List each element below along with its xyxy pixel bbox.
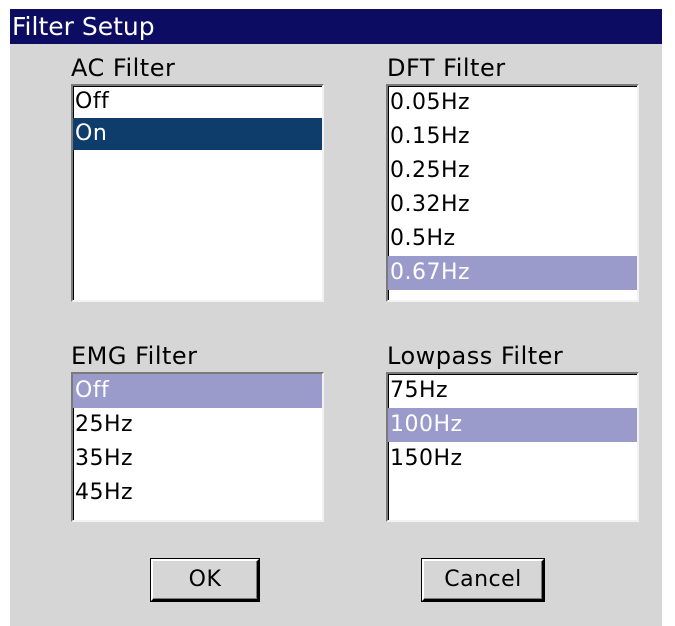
dialog-title-bar: Filter Setup — [10, 9, 662, 44]
emg-filter-option-45hz[interactable]: 45Hz — [73, 476, 322, 510]
lowpass-filter-option-75hz[interactable]: 75Hz — [388, 374, 637, 408]
filter-setup-dialog: Filter Setup AC Filter Off On DFT Filter… — [10, 9, 662, 626]
ac-filter-option-off[interactable]: Off — [73, 86, 322, 118]
dialog-title: Filter Setup — [12, 12, 155, 41]
dft-filter-option-0-5hz[interactable]: 0.5Hz — [388, 222, 637, 256]
lowpass-filter-option-150hz[interactable]: 150Hz — [388, 442, 637, 476]
dft-filter-option-0-67hz[interactable]: 0.67Hz — [388, 256, 637, 290]
ok-button[interactable]: OK — [151, 559, 259, 601]
ac-filter-label: AC Filter — [71, 54, 176, 82]
emg-filter-option-25hz[interactable]: 25Hz — [73, 408, 322, 442]
dft-filter-option-0-25hz[interactable]: 0.25Hz — [388, 154, 637, 188]
emg-filter-label: EMG Filter — [71, 342, 198, 370]
ac-filter-option-on[interactable]: On — [73, 118, 322, 150]
ac-filter-list[interactable]: Off On — [71, 84, 324, 302]
lowpass-filter-label: Lowpass Filter — [387, 342, 564, 370]
emg-filter-option-35hz[interactable]: 35Hz — [73, 442, 322, 476]
dft-filter-option-0-32hz[interactable]: 0.32Hz — [388, 188, 637, 222]
dft-filter-list[interactable]: 0.05Hz 0.15Hz 0.25Hz 0.32Hz 0.5Hz 0.67Hz — [386, 84, 639, 302]
dft-filter-label: DFT Filter — [387, 54, 506, 82]
lowpass-filter-option-100hz[interactable]: 100Hz — [388, 408, 637, 442]
cancel-button[interactable]: Cancel — [422, 559, 544, 601]
dft-filter-option-0-15hz[interactable]: 0.15Hz — [388, 120, 637, 154]
dft-filter-option-0-05hz[interactable]: 0.05Hz — [388, 86, 637, 120]
emg-filter-list[interactable]: Off 25Hz 35Hz 45Hz — [71, 372, 324, 522]
lowpass-filter-list[interactable]: 75Hz 100Hz 150Hz — [386, 372, 639, 522]
emg-filter-option-off[interactable]: Off — [73, 374, 322, 408]
